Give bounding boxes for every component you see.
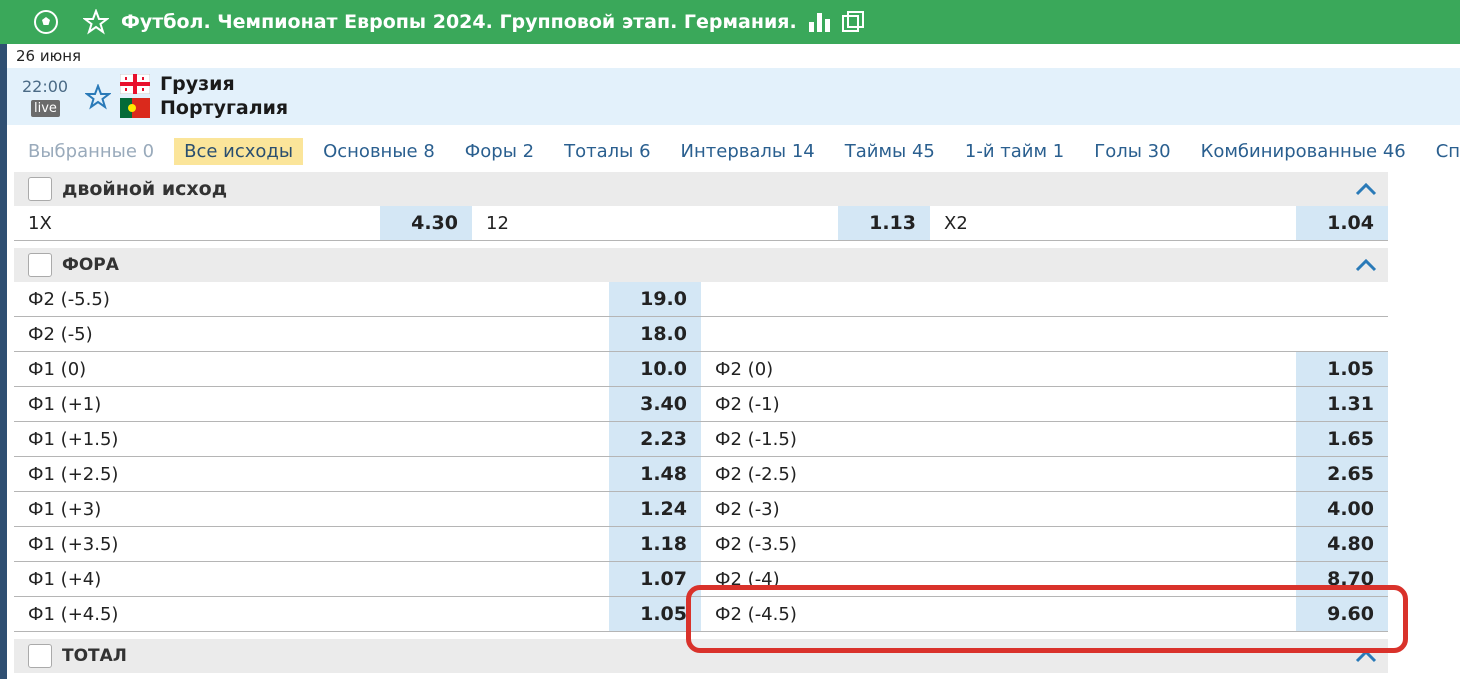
odd-button[interactable]: 1.05 bbox=[1296, 352, 1388, 386]
tab-special[interactable]: Спец bbox=[1426, 138, 1460, 165]
tab-first-half[interactable]: 1-й тайм 1 bbox=[955, 138, 1074, 165]
outcome-label: X2 bbox=[944, 212, 968, 234]
collapse-chevron-icon[interactable] bbox=[1354, 179, 1378, 203]
odd-button[interactable]: 4.00 bbox=[1296, 492, 1388, 526]
stats-icon[interactable] bbox=[807, 10, 833, 34]
outcome-label bbox=[701, 317, 1296, 351]
outcome-label: Ф1 (+3.5) bbox=[28, 533, 119, 555]
table-row: Ф1 (+1.5) 2.23 Ф2 (-1.5) 1.65 bbox=[14, 422, 1388, 457]
event-title: Футбол. Чемпионат Европы 2024. Групповой… bbox=[121, 11, 797, 33]
market-tabs: Выбранные 0 Все исходы Основные 8 Форы 2… bbox=[18, 136, 1460, 166]
odd-button[interactable]: 1.31 bbox=[1296, 387, 1388, 421]
outcome-label: Ф2 (-1) bbox=[715, 393, 780, 415]
outcome-label: Ф2 (-3) bbox=[715, 498, 780, 520]
tab-combined[interactable]: Комбинированные 46 bbox=[1191, 138, 1416, 165]
match-date: 26 июня bbox=[16, 47, 82, 65]
tab-intervals[interactable]: Интервалы 14 bbox=[671, 138, 825, 165]
odd-button[interactable]: 4.80 bbox=[1296, 527, 1388, 561]
team-home-name: Грузия bbox=[160, 73, 235, 95]
team-away: Португалия bbox=[120, 97, 288, 119]
soccer-ball-icon bbox=[33, 9, 59, 35]
outcome-label: Ф1 (+4.5) bbox=[28, 603, 119, 625]
table-row: Ф1 (0) 10.0 Ф2 (0) 1.05 bbox=[14, 352, 1388, 387]
section-checkbox[interactable] bbox=[28, 253, 52, 277]
table-row: Ф2 (-5) 18.0 bbox=[14, 317, 1388, 352]
odd-button[interactable]: 2.23 bbox=[609, 422, 701, 456]
outcome-label: Ф1 (0) bbox=[28, 358, 87, 380]
outcome-label: 1X bbox=[28, 212, 52, 234]
odd-button[interactable]: 4.30 bbox=[380, 206, 472, 240]
outcome-label: Ф1 (+2.5) bbox=[28, 463, 119, 485]
portugal-flag-icon bbox=[120, 98, 150, 118]
outcome-label: Ф2 (0) bbox=[715, 358, 774, 380]
match-row[interactable]: 22:00 live Грузия Португалия bbox=[7, 68, 1460, 125]
tab-goals[interactable]: Голы 30 bbox=[1084, 138, 1180, 165]
table-row: 1X 4.30 12 1.13 X2 1.04 bbox=[14, 206, 1388, 241]
collapse-chevron-icon[interactable] bbox=[1354, 255, 1378, 279]
outcome-label: Ф1 (+3) bbox=[28, 498, 102, 520]
odd-button[interactable]: 18.0 bbox=[609, 317, 701, 351]
left-edge-bar bbox=[0, 0, 7, 679]
highlight-annotation bbox=[686, 585, 1408, 653]
tab-totals[interactable]: Тоталы 6 bbox=[554, 138, 660, 165]
odd-button bbox=[1296, 282, 1388, 316]
odd-button[interactable]: 10.0 bbox=[609, 352, 701, 386]
odd-button[interactable]: 1.65 bbox=[1296, 422, 1388, 456]
odd-button[interactable]: 1.24 bbox=[609, 492, 701, 526]
odd-button[interactable]: 19.0 bbox=[609, 282, 701, 316]
odd-button[interactable]: 1.04 bbox=[1296, 206, 1388, 240]
event-header: Футбол. Чемпионат Европы 2024. Групповой… bbox=[0, 0, 1460, 44]
outcome-label bbox=[701, 282, 1296, 316]
team-home: Грузия bbox=[120, 73, 235, 95]
outcome-label: Ф2 (-2.5) bbox=[715, 463, 797, 485]
outcome-label: Ф2 (-5.5) bbox=[28, 288, 110, 310]
tab-selected[interactable]: Выбранные 0 bbox=[18, 138, 164, 165]
table-row: Ф1 (+3.5) 1.18 Ф2 (-3.5) 4.80 bbox=[14, 527, 1388, 562]
live-badge: live bbox=[31, 100, 60, 117]
match-time: 22:00 bbox=[22, 77, 69, 96]
team-away-name: Португалия bbox=[160, 97, 289, 119]
outcome-label: Ф2 (-5) bbox=[28, 323, 93, 345]
odd-button bbox=[1296, 317, 1388, 351]
table-row: Ф2 (-5.5) 19.0 bbox=[14, 282, 1388, 317]
tab-handicaps[interactable]: Форы 2 bbox=[455, 138, 544, 165]
odd-button[interactable]: 1.13 bbox=[838, 206, 930, 240]
section-checkbox[interactable] bbox=[28, 177, 52, 201]
outcome-label: Ф2 (-3.5) bbox=[715, 533, 797, 555]
outcome-label: Ф1 (+4) bbox=[28, 568, 102, 590]
table-row: Ф1 (+1) 3.40 Ф2 (-1) 1.31 bbox=[14, 387, 1388, 422]
outcome-label: 12 bbox=[486, 212, 509, 234]
tab-all-outcomes[interactable]: Все исходы bbox=[174, 137, 304, 165]
georgia-flag-icon bbox=[120, 74, 150, 94]
outcome-label: Ф2 (-1.5) bbox=[715, 428, 797, 450]
outcome-label: Ф1 (+1.5) bbox=[28, 428, 119, 450]
odd-button[interactable]: 2.65 bbox=[1296, 457, 1388, 491]
outcome-label: Ф1 (+1) bbox=[28, 393, 102, 415]
odd-button[interactable]: 1.18 bbox=[609, 527, 701, 561]
favorite-star-icon[interactable] bbox=[84, 83, 112, 114]
section-handicap[interactable]: ФОРА bbox=[14, 248, 1388, 282]
section-checkbox[interactable] bbox=[28, 644, 52, 668]
odd-button[interactable]: 3.40 bbox=[609, 387, 701, 421]
section-title: ТОТАЛ bbox=[62, 646, 127, 666]
section-title: ФОРА bbox=[62, 255, 119, 275]
section-double-chance[interactable]: двойной исход bbox=[14, 172, 1388, 206]
star-icon[interactable] bbox=[83, 9, 109, 35]
popout-icon[interactable] bbox=[841, 10, 865, 34]
table-row: Ф1 (+2.5) 1.48 Ф2 (-2.5) 2.65 bbox=[14, 457, 1388, 492]
tab-main[interactable]: Основные 8 bbox=[313, 138, 445, 165]
tab-halves[interactable]: Таймы 45 bbox=[835, 138, 945, 165]
odd-button[interactable]: 1.48 bbox=[609, 457, 701, 491]
section-title: двойной исход bbox=[62, 178, 228, 200]
table-row: Ф1 (+3) 1.24 Ф2 (-3) 4.00 bbox=[14, 492, 1388, 527]
